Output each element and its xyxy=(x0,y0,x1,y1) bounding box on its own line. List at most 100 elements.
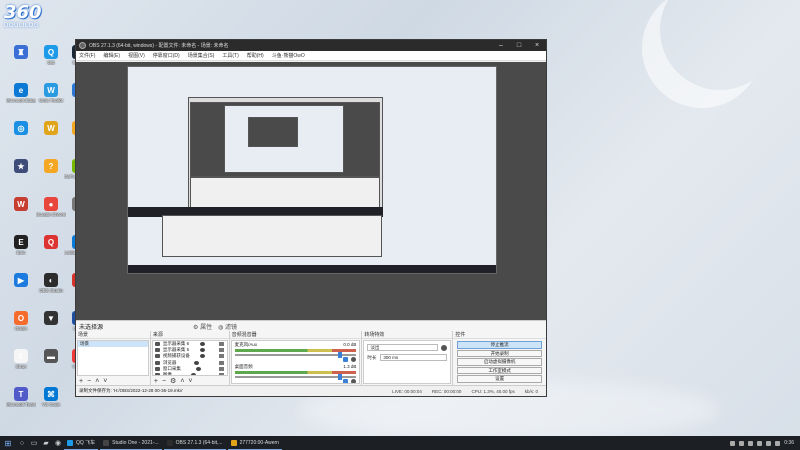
taskbar-app[interactable]: QQ 飞车 xyxy=(64,436,99,450)
channel-settings-icon[interactable] xyxy=(351,357,357,362)
source-down-icon[interactable]: ˅ xyxy=(188,378,192,385)
scene-item[interactable]: 场景 xyxy=(78,341,148,347)
tray-icon[interactable] xyxy=(730,440,736,446)
remove-source-icon[interactable]: − xyxy=(162,378,166,385)
move-up-icon[interactable]: ˄ xyxy=(95,378,99,385)
preview-area[interactable] xyxy=(76,62,546,320)
lock-icon[interactable] xyxy=(218,373,224,375)
obs-window[interactable]: OBS 27.1.3 (64-bit, windows) - 配置文件: 未命名… xyxy=(75,39,547,397)
desktop-icon[interactable]: ● Google Chrome xyxy=(36,197,66,217)
task-view-icon[interactable]: ▭ xyxy=(28,439,40,447)
properties-button[interactable]: ⚙ 属性 xyxy=(193,322,212,331)
desktop-icon[interactable]: ? xyxy=(36,159,66,174)
volume-slider-knob[interactable] xyxy=(338,374,343,380)
menu-view[interactable]: 视图(V) xyxy=(128,52,145,59)
source-settings-icon[interactable]: ⚙ xyxy=(170,377,176,385)
mixer-channel-db: 1.3 dB xyxy=(343,364,357,369)
desktop-icon[interactable]: ʕ Stray xyxy=(6,349,36,369)
menu-help[interactable]: 帮助(H) xyxy=(247,52,264,59)
desktop-icon[interactable]: ▬ xyxy=(36,349,66,364)
filters-button[interactable]: ◍ 滤镜 xyxy=(218,322,237,331)
eye-icon[interactable] xyxy=(191,373,197,375)
network-icon[interactable] xyxy=(766,440,772,446)
source-item[interactable]: 图像 xyxy=(153,372,227,375)
live-time-status: LIVE: 00:00:04 xyxy=(392,388,422,394)
mixer-channel-mic: 麦克风/Aux 0.0 dB xyxy=(232,341,360,363)
mute-icon[interactable] xyxy=(343,379,349,383)
eye-icon[interactable] xyxy=(195,366,201,371)
start-recording-button[interactable]: 开始录制 xyxy=(457,349,542,357)
volume-slider-knob[interactable] xyxy=(338,352,343,358)
desktop-icon[interactable]: Q xyxy=(36,235,66,250)
eye-icon[interactable] xyxy=(200,354,206,359)
maximize-icon[interactable]: □ xyxy=(510,42,528,49)
source-up-icon[interactable]: ˄ xyxy=(180,378,184,385)
minimize-icon[interactable]: – xyxy=(492,42,510,49)
file-explorer-icon[interactable]: ▰ xyxy=(40,439,52,447)
volume-icon[interactable] xyxy=(775,440,781,446)
eye-icon[interactable] xyxy=(199,342,205,347)
menu-file[interactable]: 文件(F) xyxy=(79,52,95,59)
clock[interactable]: 0:36 xyxy=(784,440,794,446)
tray-icon[interactable] xyxy=(739,440,745,446)
volume-slider[interactable] xyxy=(234,352,357,358)
desktop-icon[interactable]: ▼ xyxy=(36,311,66,326)
desktop-icon[interactable]: Q QQ xyxy=(36,45,66,65)
channel-settings-icon[interactable] xyxy=(351,379,357,383)
search-icon[interactable]: ○ xyxy=(16,440,28,447)
desktop-icon[interactable]: W Wolo Toolkit xyxy=(36,83,66,103)
taskbar-app[interactable]: 277720:00-Awern xyxy=(227,436,282,450)
duration-input[interactable]: 300 ms xyxy=(380,354,448,361)
desktop-icon[interactable]: W xyxy=(36,121,66,136)
lock-icon[interactable] xyxy=(218,342,224,347)
desktop-icon[interactable]: e Microsoft Edge xyxy=(6,83,36,103)
exit-button[interactable]: 退出 xyxy=(457,383,542,384)
sources-list[interactable]: 显示器采集 6显示器采集 5视频捕获设备浏览器窗口采集图像显示器采集显示器采集 … xyxy=(151,340,228,376)
menu-scene-collection[interactable]: 场景集合(S) xyxy=(188,52,215,59)
desktop-icon[interactable]: ⌘ VS Code xyxy=(36,387,66,407)
eye-icon[interactable] xyxy=(199,348,205,353)
desktop-icon[interactable]: O Origin xyxy=(6,311,36,331)
taskbar-app[interactable]: OBS 27.1.3 (64-bit,... xyxy=(163,436,226,450)
desktop-icon[interactable]: ♜ xyxy=(6,45,36,60)
windows-start-icon[interactable]: ⊞ xyxy=(0,439,16,448)
studio-mode-button[interactable]: 工作室模式 xyxy=(457,366,542,374)
desktop-icon[interactable]: ◐ OBS Studio xyxy=(36,273,66,293)
settings-button[interactable]: 设置 xyxy=(457,375,542,383)
desktop-icon[interactable]: ★ xyxy=(6,159,36,174)
desktop-icon[interactable]: W xyxy=(6,197,36,212)
eye-icon[interactable] xyxy=(193,360,199,365)
virtual-camera-button[interactable]: 启动虚拟摄像机 xyxy=(457,358,542,366)
close-icon[interactable]: × xyxy=(528,42,546,49)
menu-edit[interactable]: 编辑(E) xyxy=(103,52,120,59)
desktop-icon[interactable]: ▶ xyxy=(6,273,36,288)
cpu-status: CPU: 1.3%, 40.00 fps xyxy=(471,388,515,394)
mute-icon[interactable] xyxy=(343,357,349,362)
transition-gear-icon[interactable] xyxy=(441,344,448,351)
menu-tools[interactable]: 工具(T) xyxy=(222,52,238,59)
taskbar-app[interactable]: Studio One - 2021-... xyxy=(100,436,162,450)
lock-icon[interactable] xyxy=(218,366,224,371)
add-scene-icon[interactable]: + xyxy=(79,378,83,385)
source-name: 窗口采集 xyxy=(162,365,181,371)
lock-icon[interactable] xyxy=(218,348,224,353)
transition-select[interactable]: 淡出 xyxy=(367,344,439,351)
desktop-icon[interactable]: ◎ xyxy=(6,121,36,136)
moon-decoration xyxy=(660,0,780,90)
tray-icon[interactable] xyxy=(757,440,763,446)
obs-titlebar[interactable]: OBS 27.1.3 (64-bit, windows) - 配置文件: 未命名… xyxy=(76,40,546,51)
add-source-icon[interactable]: + xyxy=(154,378,158,385)
volume-slider[interactable] xyxy=(234,374,357,380)
move-down-icon[interactable]: ˅ xyxy=(103,378,107,385)
tray-icon[interactable] xyxy=(748,440,754,446)
stop-streaming-button[interactable]: 停止推流 xyxy=(457,341,542,349)
desktop-icon[interactable]: T Microsoft Teams xyxy=(6,387,36,407)
menu-docks[interactable]: 停靠窗口(D) xyxy=(153,52,180,59)
scenes-list[interactable]: 场景 xyxy=(77,340,149,376)
remove-scene-icon[interactable]: − xyxy=(87,378,91,385)
menu-profile[interactable]: 斗鱼·熊猫OwO xyxy=(272,52,305,59)
lock-icon[interactable] xyxy=(218,354,224,359)
browser-icon[interactable]: ◉ xyxy=(52,439,64,447)
lock-icon[interactable] xyxy=(218,360,224,365)
desktop-icon[interactable]: E Epic xyxy=(6,235,36,255)
